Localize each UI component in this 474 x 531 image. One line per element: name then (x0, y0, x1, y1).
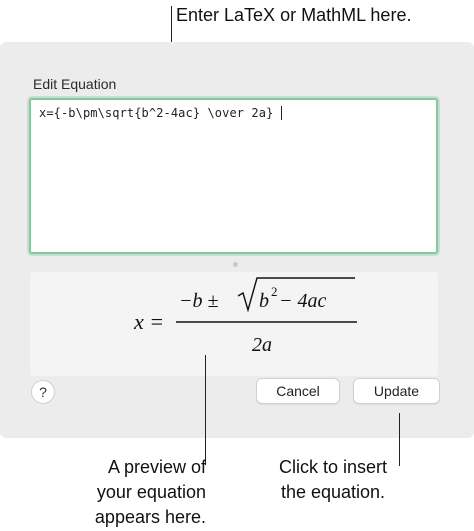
equation-input-text: x={-b\pm\sqrt{b^2-4ac} \over 2a} (39, 106, 274, 120)
cancel-button[interactable]: Cancel (256, 378, 340, 404)
callout-preview-line-1: A preview of (107, 457, 206, 477)
help-button[interactable]: ? (31, 380, 55, 404)
resize-handle[interactable] (233, 262, 238, 267)
update-button[interactable]: Update (353, 378, 440, 404)
callout-preview: A preview of your equation appears here. (66, 455, 206, 530)
formula-radicand-base: b (259, 290, 269, 312)
edit-equation-dialog: Edit Equation x={-b\pm\sqrt{b^2-4ac} \ov… (0, 42, 474, 438)
formula-render: x = −b ± b 2 − 4ac 2a (133, 277, 357, 356)
callout-insert-line-1: Click to insert (278, 457, 388, 477)
formula-numerator: −b ± (179, 290, 218, 312)
formula-radicand-exponent: 2 (271, 284, 278, 299)
dialog-title: Edit Equation (33, 76, 117, 92)
callout-insert: Click to insert the equation. (263, 455, 403, 505)
callout-preview-line-2: your equation (96, 482, 206, 502)
formula-denominator: 2a (252, 334, 272, 356)
callout-enter-latex: Enter LaTeX or MathML here. (176, 5, 412, 25)
callout-preview-line-3: appears here. (94, 507, 206, 527)
equation-editor[interactable]: x={-b\pm\sqrt{b^2-4ac} \over 2a} (29, 98, 438, 254)
leader-line-preview (205, 355, 206, 465)
equation-preview: x = −b ± b 2 − 4ac 2a (30, 272, 438, 376)
formula-lhs: x = (133, 309, 164, 334)
formula-radicand-rest: − 4ac (279, 290, 326, 312)
text-caret (281, 106, 282, 120)
callout-insert-line-2: the equation. (280, 482, 386, 502)
